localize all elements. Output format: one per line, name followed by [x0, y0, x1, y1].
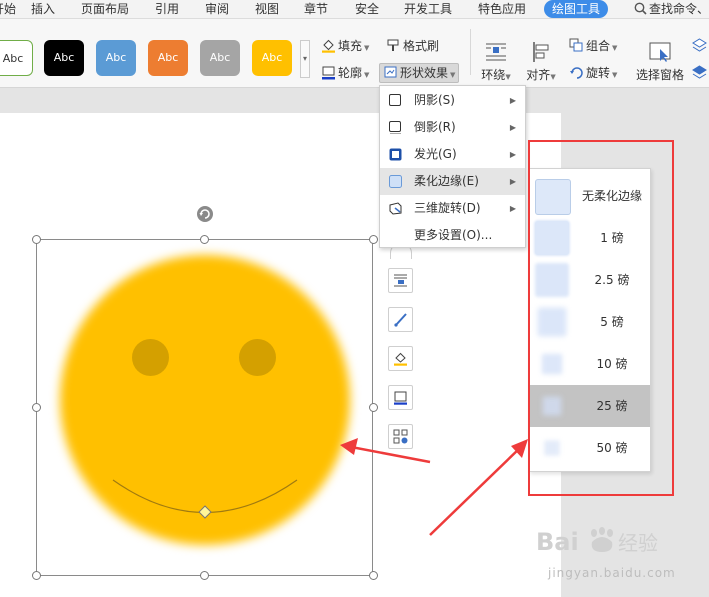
group-icon — [569, 38, 583, 52]
tab-page-layout[interactable]: 页面布局 — [81, 0, 129, 18]
paint-bucket-icon — [322, 39, 335, 53]
rotate-handle-icon[interactable] — [196, 205, 214, 223]
resize-handle-top[interactable] — [200, 235, 209, 244]
menu-item-label: 三维旋转(D) — [414, 201, 481, 215]
menu-item-label: 倒影(R) — [414, 120, 456, 134]
resize-handle-left[interactable] — [32, 403, 41, 412]
selection-pane-icon — [649, 42, 671, 62]
tab-review[interactable]: 审阅 — [205, 0, 229, 18]
align-label: 对齐 — [526, 68, 551, 82]
menu-item-soft-edges[interactable]: 柔化边缘(E) ▶ — [380, 168, 525, 195]
shape-style-gold[interactable]: Abc — [252, 40, 292, 76]
format-painter-icon — [387, 39, 399, 51]
align-icon — [533, 42, 549, 62]
resize-handle-top-right[interactable] — [369, 235, 378, 244]
tab-drawing-tools[interactable]: 绘图工具 — [544, 0, 609, 18]
layers-icon — [692, 38, 707, 52]
brush-icon — [394, 313, 407, 327]
shape-style-outline-green[interactable]: Abc — [0, 40, 33, 76]
align-button[interactable]: 对齐▼ — [522, 38, 560, 83]
tab-references[interactable]: 引用 — [155, 0, 179, 18]
shape-effects-menu: 阴影(S) ▶ 倒影(R) ▶ 发光(G) ▶ 柔化边缘(E) ▶ 三维旋转(D) ▶ 更… — [379, 85, 526, 248]
tab-start[interactable]: 开始 — [0, 0, 16, 18]
format-shape-button[interactable] — [388, 307, 413, 332]
3d-rotation-icon — [389, 202, 402, 215]
watermark-url: jingyan.baidu.com — [548, 566, 676, 580]
menu-item-label: 阴影(S) — [414, 93, 455, 107]
format-painter-button[interactable]: 格式刷 — [386, 37, 439, 55]
shadow-icon — [389, 94, 401, 106]
resize-handle-top-left[interactable] — [32, 235, 41, 244]
shape-style-gray[interactable]: Abc — [200, 40, 240, 76]
resize-handle-bottom-left[interactable] — [32, 571, 41, 580]
reflection-icon — [389, 121, 401, 134]
paint-bucket-icon — [394, 352, 407, 366]
layers-icon — [692, 65, 707, 79]
annotation-arrows — [340, 438, 528, 536]
baidu-jingyan-watermark: Bai 经验 — [536, 527, 658, 556]
menu-item-label: 发光(G) — [414, 147, 457, 161]
text-wrap-icon — [486, 43, 506, 61]
tab-security[interactable]: 安全 — [355, 0, 379, 18]
side-fill-button[interactable] — [388, 346, 413, 371]
adjust-handle-icon[interactable] — [198, 505, 212, 519]
layout-options-icon — [394, 274, 407, 287]
rotate-icon — [570, 67, 583, 79]
style-gallery-more-button[interactable]: ▾ — [300, 40, 310, 78]
outline-icon — [394, 391, 407, 405]
fill-button[interactable]: 填充 ▼ — [321, 37, 369, 55]
layout-options-button[interactable] — [388, 268, 413, 293]
outline-icon — [322, 66, 335, 80]
selection-pane-button[interactable]: 选择窗格 — [633, 38, 687, 83]
ribbon: Abc Abc Abc Abc Abc Abc ▾ 填充 ▼ 格式刷 轮廓 ▼ 形状… — [0, 19, 709, 88]
send-backward-button[interactable] — [692, 37, 709, 55]
side-outline-button[interactable] — [388, 385, 413, 410]
glow-icon — [389, 148, 402, 161]
search-icon — [634, 2, 647, 15]
svg-text:Bai: Bai — [536, 528, 579, 556]
wrap-label: 环绕 — [481, 68, 506, 82]
search-label: 查找命令、 — [649, 2, 709, 16]
soft-edges-icon — [389, 175, 402, 188]
shape-style-orange[interactable]: Abc — [148, 40, 188, 76]
selection-box — [36, 239, 373, 576]
shape-style-black[interactable]: Abc — [44, 40, 84, 76]
shape-style-blue[interactable]: Abc — [96, 40, 136, 76]
menubar: 开始 插入 页面布局 引用 审阅 视图 章节 安全 开发工具 特色应用 绘图工具… — [0, 0, 709, 19]
menu-item-more-settings[interactable]: 更多设置(O)... — [380, 222, 525, 249]
menu-item-reflection[interactable]: 倒影(R) ▶ — [380, 114, 525, 141]
search-command[interactable]: 查找命令、 — [634, 0, 709, 18]
outline-label: 轮廓 — [338, 66, 363, 80]
tab-view[interactable]: 视图 — [255, 0, 279, 18]
selection-pane-label: 选择窗格 — [635, 68, 684, 82]
menu-item-label: 更多设置(O)... — [414, 228, 493, 242]
shape-effects-button[interactable]: 形状效果 ▼ — [379, 63, 460, 83]
svg-text:经验: 经验 — [618, 531, 658, 555]
tab-special-apps[interactable]: 特色应用 — [478, 0, 526, 18]
menu-item-shadow[interactable]: 阴影(S) ▶ — [380, 87, 525, 114]
tab-insert[interactable]: 插入 — [31, 0, 55, 18]
resize-handle-bottom[interactable] — [200, 571, 209, 580]
tab-chapter[interactable]: 章节 — [304, 0, 328, 18]
group-label: 组合 — [586, 39, 611, 53]
shape-effects-icon — [384, 66, 397, 78]
tab-developer[interactable]: 开发工具 — [404, 0, 452, 18]
rotate-button[interactable]: 旋转 ▼ — [569, 64, 617, 82]
wrap-button[interactable]: 环绕▼ — [476, 38, 516, 83]
rotate-label: 旋转 — [586, 66, 611, 80]
group-button[interactable]: 组合 ▼ — [569, 37, 617, 55]
format-painter-label: 格式刷 — [403, 39, 440, 53]
menu-item-3d-rotation[interactable]: 三维旋转(D) ▶ — [380, 195, 525, 222]
menu-item-label: 柔化边缘(E) — [414, 174, 479, 188]
fill-label: 填充 — [338, 39, 363, 53]
resize-handle-right[interactable] — [369, 403, 378, 412]
outline-button[interactable]: 轮廓 ▼ — [321, 64, 369, 82]
ribbon-divider — [470, 29, 471, 75]
menu-item-glow[interactable]: 发光(G) ▶ — [380, 141, 525, 168]
shape-effects-label: 形状效果 — [400, 66, 449, 80]
bring-forward-button[interactable] — [692, 64, 709, 82]
resize-handle-bottom-right[interactable] — [369, 571, 378, 580]
